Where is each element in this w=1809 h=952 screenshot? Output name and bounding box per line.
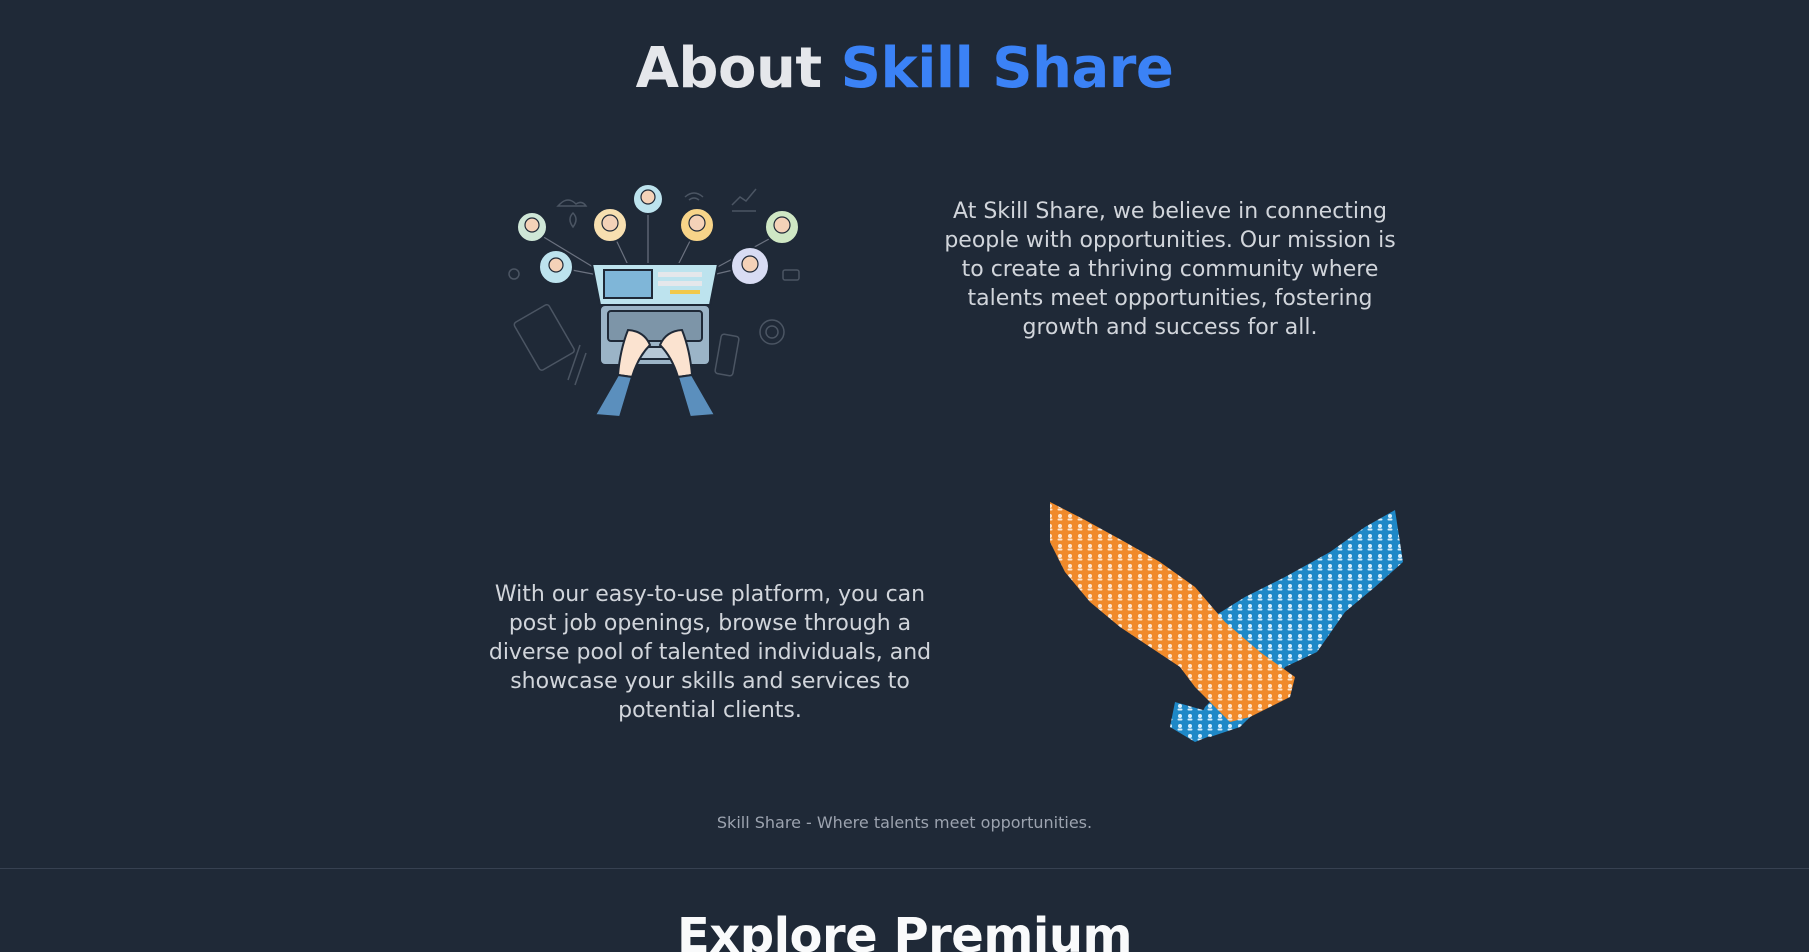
handshake-people-illustration — [1045, 502, 1410, 747]
laptop-community-illustration — [500, 175, 810, 420]
about-paragraph-mission: At Skill Share, we believe in connecting… — [944, 199, 1396, 340]
title-brand: Skill Share — [840, 36, 1174, 101]
premium-section-title: Explore Premium — [676, 908, 1133, 952]
about-paragraph-platform: With our easy-to-use platform, you can p… — [488, 582, 932, 723]
handshake-icon — [1050, 502, 1403, 742]
section-divider — [0, 868, 1809, 869]
about-section: About Skill Share At Skill Share, we bel… — [0, 0, 1809, 952]
page-title: About Skill Share — [0, 36, 1809, 101]
laptop-community-icon — [508, 183, 800, 419]
footer-tagline: Skill Share - Where talents meet opportu… — [716, 813, 1093, 832]
title-prefix: About — [635, 36, 823, 101]
